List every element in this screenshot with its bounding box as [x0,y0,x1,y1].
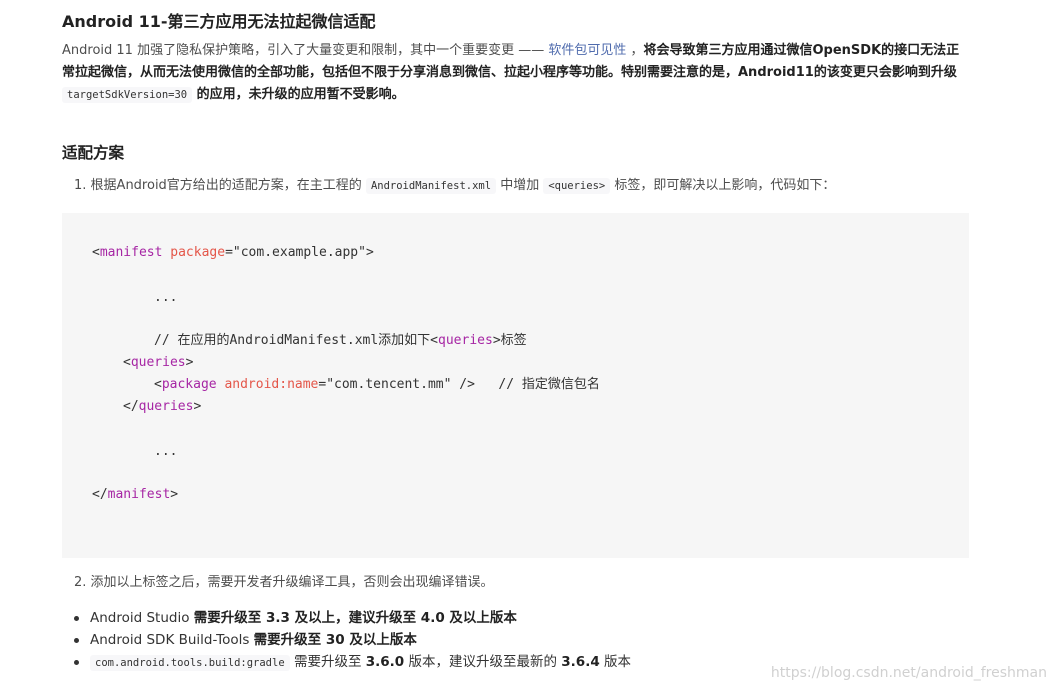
target-sdk-code: targetSdkVersion=30 [62,87,193,103]
code-block[interactable]: <manifest package="com.example.app"> ...… [62,213,969,558]
step-2-number: 2. [74,575,87,590]
code-line-queries-close: </queries> [123,399,202,414]
requirements-list: Android Studio 需要升级至 3.3 及以上，建议升级至 4.0 及… [72,607,631,673]
code-line-ellipsis-2: ... [154,444,178,459]
bullet-dot [74,660,79,665]
intro-paragraph: Android 11 加强了隐私保护策略，引入了大量变更和限制，其中一个重要变更… [62,40,968,106]
intro-text-2: ， [626,43,644,58]
step-1-text-3: 标签，即可解决以上影响，代码如下： [610,178,836,193]
gradle-plugin-code: com.android.tools.build:gradle [90,655,290,671]
code-line-manifest-open: <manifest package="com.example.app"> [92,245,374,260]
bullet-dot [74,638,79,643]
section-title: 适配方案 [62,144,125,162]
code-line-package: <package android:name="com.tencent.mm" /… [154,377,600,392]
code-line-manifest-close: </manifest> [92,487,179,502]
step-1-number: 1. [74,178,87,193]
step-1-text: 根据Android官方给出的适配方案，在主工程的 [90,178,366,193]
watermark: https://blog.csdn.net/android_freshman [770,665,1047,681]
step-2-text: 添加以上标签之后，需要开发者升级编译工具，否则会出现编译错误。 [90,575,494,590]
list-item: com.android.tools.build:gradle 需要升级至 3.6… [72,651,631,673]
manifest-filename-code: AndroidManifest.xml [365,178,497,194]
code-line-comment: // 在应用的AndroidManifest.xml添加如下<queries>标… [154,333,527,348]
step-1: 1. 根据Android官方给出的适配方案，在主工程的 AndroidManif… [74,175,835,197]
list-item: Android SDK Build-Tools 需要升级至 30 及以上版本 [72,629,631,651]
code-line-queries-open: <queries> [123,355,194,370]
intro-text: Android 11 加强了隐私保护策略，引入了大量变更和限制，其中一个重要变更… [62,43,549,58]
package-visibility-link[interactable]: 软件包可见性 [548,43,626,58]
intro-bold-text-2: 的应用，未升级的应用暂不受影响。 [192,87,405,102]
step-1-text-2: 中增加 [496,178,544,193]
step-2: 2. 添加以上标签之后，需要开发者升级编译工具，否则会出现编译错误。 [74,572,494,594]
queries-tag-code: <queries> [543,178,611,194]
article-heading: Android 11-第三方应用无法拉起微信适配 [62,12,376,31]
bullet-dot [74,616,79,621]
list-item: Android Studio 需要升级至 3.3 及以上，建议升级至 4.0 及… [72,607,631,629]
code-line-ellipsis: ... [154,290,178,305]
